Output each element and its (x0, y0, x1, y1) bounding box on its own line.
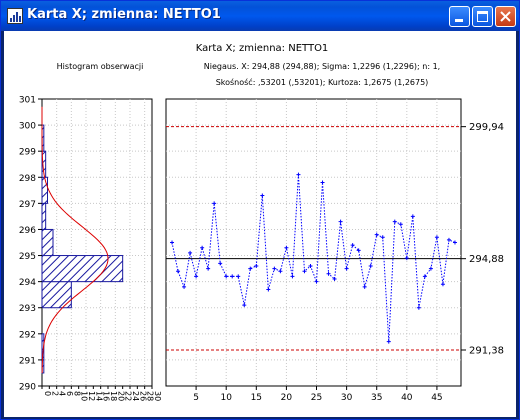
window-title: Karta X; zmienna: NETTO1 (27, 7, 221, 22)
chart-area: Karta X; zmienna: NETTO1 Histogram obser… (4, 31, 516, 417)
title-bar[interactable]: Karta X; zmienna: NETTO1 (1, 1, 519, 31)
histogram-bar (41, 202, 47, 230)
x-tick-label: 25 (311, 393, 322, 403)
y-tick-label: 301 (19, 96, 36, 106)
histogram-bar (41, 255, 124, 283)
stats-line-1: Niegaus. X: 294,88 (294,88); Sigma: 1,22… (204, 62, 440, 71)
x-tick-label: 35 (371, 393, 382, 403)
x-tick-label: 40 (401, 393, 413, 403)
stats-line-2: Skośność: ,53201 (,53201); Kurtoza: 1,26… (216, 77, 429, 87)
plot-frame (165, 98, 462, 387)
histogram-bar (41, 228, 54, 257)
histogram-bar (41, 176, 48, 204)
maximize-icon (477, 11, 488, 22)
minimize-icon (455, 19, 463, 22)
y-tick-label: 300 (19, 122, 36, 132)
y-tick-label: 295 (19, 252, 36, 262)
y-axis: 301 300 299 298 297 296 295 294 293 292 291 290 (19, 96, 42, 393)
application-window: Karta X; zmienna: NETTO1 Karta X; zmienn… (0, 0, 520, 420)
y-tick-label: 297 (19, 200, 36, 210)
close-icon (500, 11, 511, 22)
close-button[interactable] (495, 6, 516, 27)
x-tick-label: 30 (341, 393, 353, 403)
x-tick-label: 15 (251, 393, 262, 403)
y-tick-label: 293 (19, 304, 36, 314)
chart-title: Karta X; zmienna: NETTO1 (196, 43, 329, 54)
maximize-button[interactable] (472, 6, 493, 27)
y-tick-label: 296 (19, 226, 36, 236)
y-tick-label: 294 (19, 278, 36, 288)
histogram-frame (41, 98, 153, 387)
control-chart: Karta X; zmienna: NETTO1 Histogram obser… (19, 43, 504, 403)
y-tick-label: 290 (19, 383, 36, 393)
x-axis: 5 10 15 20 25 30 35 40 45 (193, 386, 443, 403)
ucl-label: 299,94 (469, 122, 504, 133)
x-tick-label: 5 (193, 393, 199, 403)
y-tick-label: 298 (19, 174, 36, 184)
y-tick-label: 292 (19, 330, 36, 340)
histogram-x-axis: 024681012141618202224262830 (41, 386, 162, 401)
x-tick-label: 20 (281, 393, 293, 403)
y-tick-label: 299 (19, 148, 36, 158)
chart-window-icon[interactable] (7, 8, 23, 24)
minimize-button[interactable] (449, 6, 470, 27)
x-tick-label: 45 (431, 393, 442, 403)
histogram-x-tick-label: 30 (153, 391, 162, 401)
histogram-title: Histogram obserwacji (57, 62, 144, 71)
y-tick-label: 291 (19, 356, 36, 366)
x-tick-label: 10 (220, 393, 232, 403)
lcl-label: 291,38 (469, 345, 504, 356)
center-label: 294,88 (469, 254, 504, 265)
